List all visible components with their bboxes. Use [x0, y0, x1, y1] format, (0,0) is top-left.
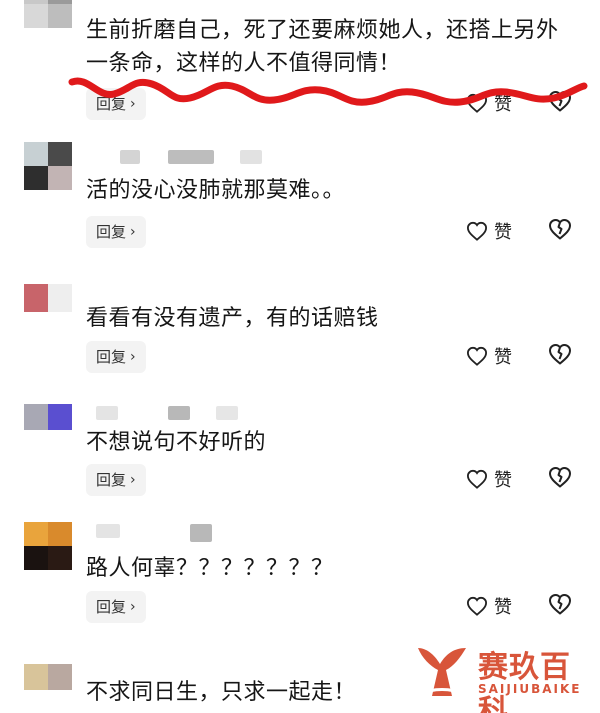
- comment-item: 不想说句不好听的 回复 › 赞: [0, 404, 600, 504]
- reply-label: 回复: [96, 598, 127, 616]
- username-redacted: [168, 150, 214, 164]
- dislike-button[interactable]: [548, 466, 572, 488]
- chevron-right-icon: ›: [130, 599, 136, 615]
- avatar[interactable]: [24, 522, 72, 570]
- avatar[interactable]: [24, 404, 72, 430]
- heart-outline-icon: [466, 346, 488, 366]
- comment-item: 活的没心没肺就那莫难。。 回复 › 赞: [0, 142, 600, 254]
- comment-text: 看看有没有遗产，有的话赔钱: [86, 306, 379, 331]
- dislike-button[interactable]: [548, 593, 572, 615]
- comment-item: 看看有没有遗产，有的话赔钱 回复 › 赞: [0, 284, 600, 384]
- chevron-right-icon: ›: [130, 349, 136, 365]
- comment-actions: 回复 › 赞: [0, 216, 600, 250]
- like-label: 赞: [494, 597, 512, 618]
- chevron-right-icon: ›: [130, 224, 136, 240]
- like-label: 赞: [494, 347, 512, 368]
- like-button[interactable]: 赞: [466, 593, 512, 619]
- username-redacted: [168, 406, 190, 420]
- comment-item: 路人何辜？？？？？？？ 回复 › 赞: [0, 522, 600, 632]
- username-redacted: [96, 524, 120, 538]
- reply-label: 回复: [96, 348, 127, 366]
- like-button[interactable]: 赞: [466, 218, 512, 244]
- comment-text: 活的没心没肺就那莫难。。: [86, 178, 346, 203]
- like-button[interactable]: 赞: [466, 343, 512, 369]
- comment-text: 生前折磨自己，死了还要麻烦她人，还搭上另外 一条命，这样的人不值得同情！: [86, 14, 576, 80]
- broken-heart-icon: [549, 219, 571, 240]
- avatar[interactable]: [24, 284, 72, 312]
- username-redacted: [216, 406, 238, 420]
- username-redacted: [190, 524, 212, 542]
- reply-button[interactable]: 回复 ›: [86, 591, 146, 623]
- reply-label: 回复: [96, 471, 127, 489]
- watermark-subtitle: SAIJIUBAIKE: [478, 682, 582, 696]
- username-redacted: [96, 406, 118, 420]
- comment-text: 不想说句不好听的: [86, 430, 267, 455]
- comment-actions: 回复 › 赞: [0, 464, 600, 498]
- broken-heart-icon: [549, 344, 571, 365]
- like-button[interactable]: 赞: [466, 466, 512, 492]
- watermark: 赛玖百科 SAIJIUBAIKE: [412, 636, 592, 713]
- avatar[interactable]: [24, 0, 72, 28]
- comment-actions: 回复 › 赞: [0, 591, 600, 625]
- reply-button[interactable]: 回复 ›: [86, 341, 146, 373]
- broken-heart-icon: [549, 594, 571, 615]
- like-label: 赞: [494, 470, 512, 491]
- comment-text: 路人何辜？？？？？？？: [86, 556, 334, 581]
- red-scribble-annotation: [68, 77, 588, 106]
- reply-button[interactable]: 回复 ›: [86, 464, 146, 496]
- broken-heart-icon: [549, 467, 571, 488]
- username-redacted: [120, 150, 140, 164]
- avatar[interactable]: [24, 142, 72, 190]
- whale-tail-logo-icon: [418, 648, 466, 696]
- dislike-button[interactable]: [548, 218, 572, 240]
- reply-button[interactable]: 回复 ›: [86, 216, 146, 248]
- heart-outline-icon: [466, 596, 488, 616]
- comment-text-line: 生前折磨自己，死了还要麻烦她人，还搭上另外: [86, 18, 559, 43]
- heart-outline-icon: [466, 469, 488, 489]
- chevron-right-icon: ›: [130, 472, 136, 488]
- username-redacted: [240, 150, 262, 164]
- heart-outline-icon: [466, 221, 488, 241]
- dislike-button[interactable]: [548, 343, 572, 365]
- like-label: 赞: [494, 222, 512, 243]
- comment-item: 生前折磨自己，死了还要麻烦她人，还搭上另外 一条命，这样的人不值得同情！ 回复 …: [0, 0, 600, 125]
- comment-actions: 回复 › 赞: [0, 341, 600, 375]
- avatar[interactable]: [24, 664, 72, 690]
- reply-label: 回复: [96, 223, 127, 241]
- watermark-title: 赛玖百科: [478, 650, 571, 713]
